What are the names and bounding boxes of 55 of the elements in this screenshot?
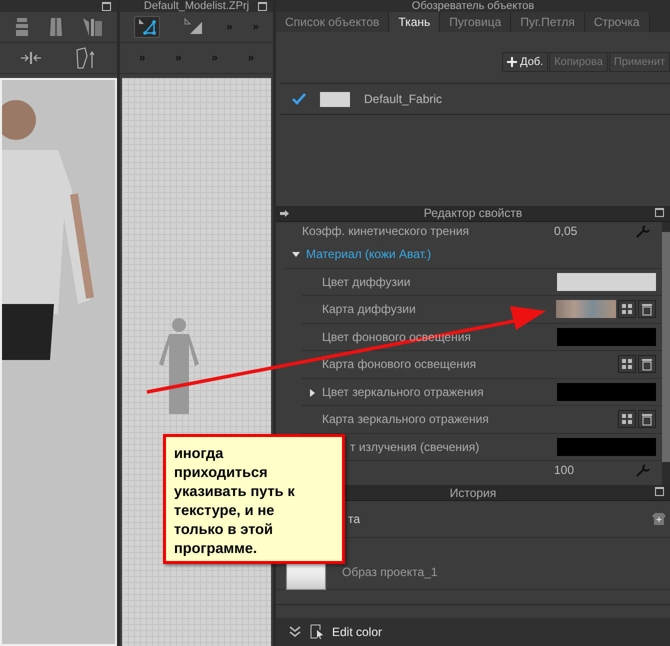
property-label: Карта фонового освещения — [322, 357, 476, 372]
property-label: Цвет зеркального отражения — [322, 384, 484, 399]
double-chevron-icon[interactable] — [288, 626, 302, 638]
expand-triangle-icon[interactable] — [308, 388, 316, 397]
pattern-up-arrow-icon[interactable] — [74, 47, 97, 69]
property-label: Цвет диффузии — [322, 274, 410, 289]
restore-icon[interactable] — [655, 208, 664, 217]
property-label: т излучения (свечения) — [350, 440, 480, 454]
scrollbar[interactable] — [662, 222, 670, 486]
cursor-select-icon[interactable] — [310, 624, 324, 640]
trash-icon[interactable] — [638, 410, 656, 428]
restore-icon[interactable] — [655, 487, 664, 496]
panel-title: Default_Modelist.ZPrj — [144, 0, 250, 12]
fabric-name[interactable]: Default_Fabric — [364, 92, 442, 106]
arrow-right-icon[interactable] — [280, 210, 289, 217]
property-value[interactable]: 0,05 — [554, 224, 634, 238]
tab[interactable]: Строчка — [584, 12, 650, 32]
panel-title: Обозреватель объектов — [412, 0, 534, 12]
stacked-form-icon[interactable] — [14, 17, 30, 37]
status-label: Edit color — [332, 625, 382, 640]
grid-icon[interactable] — [618, 410, 636, 428]
tab[interactable]: Ткань — [389, 12, 440, 32]
color-swatch[interactable] — [557, 438, 656, 456]
add-button[interactable]: Доб. — [502, 52, 548, 72]
restore-icon[interactable] — [102, 2, 111, 11]
add-garment-icon[interactable] — [652, 512, 666, 526]
history-item[interactable]: та — [348, 512, 360, 526]
section-label[interactable]: Материал (кожи Ават.) — [306, 246, 432, 261]
color-swatch[interactable] — [557, 272, 656, 291]
history-item[interactable]: Образ проекта_1 — [342, 565, 438, 580]
grid-icon[interactable] — [618, 300, 636, 318]
restore-icon[interactable] — [258, 2, 267, 11]
color-swatch[interactable] — [557, 328, 656, 346]
polygon-tool-button[interactable] — [134, 16, 160, 38]
tab[interactable]: Список объектов — [276, 12, 390, 32]
property-label: Коэфф. кинетического трения — [302, 224, 470, 238]
texture-thumbnail[interactable] — [556, 300, 616, 318]
property-value[interactable]: 100 — [554, 463, 634, 478]
arrows-inward-icon[interactable] — [20, 51, 42, 65]
panel-title: Редактор свойств — [424, 206, 522, 220]
plus-icon — [507, 56, 518, 67]
property-label: Карта диффузии — [322, 302, 416, 316]
garment-split-icon[interactable] — [82, 17, 104, 37]
expand-triangle-icon[interactable] — [292, 250, 300, 258]
torso-icon[interactable] — [48, 17, 62, 37]
property-label: Карта зеркального отражения — [322, 412, 489, 426]
grid-icon[interactable] — [618, 355, 636, 374]
trash-icon[interactable] — [638, 300, 656, 318]
checkmark-icon[interactable] — [292, 93, 306, 106]
tab[interactable]: Пуговица — [440, 12, 512, 32]
annotation-callout: иногда приходиться указивать путь к текстуре, и не только в этой программе. — [163, 434, 345, 564]
panel-title: История — [450, 486, 496, 500]
color-swatch[interactable] — [557, 382, 656, 401]
trash-icon[interactable] — [638, 355, 656, 374]
tab[interactable]: Пуг.Петля — [511, 12, 585, 32]
